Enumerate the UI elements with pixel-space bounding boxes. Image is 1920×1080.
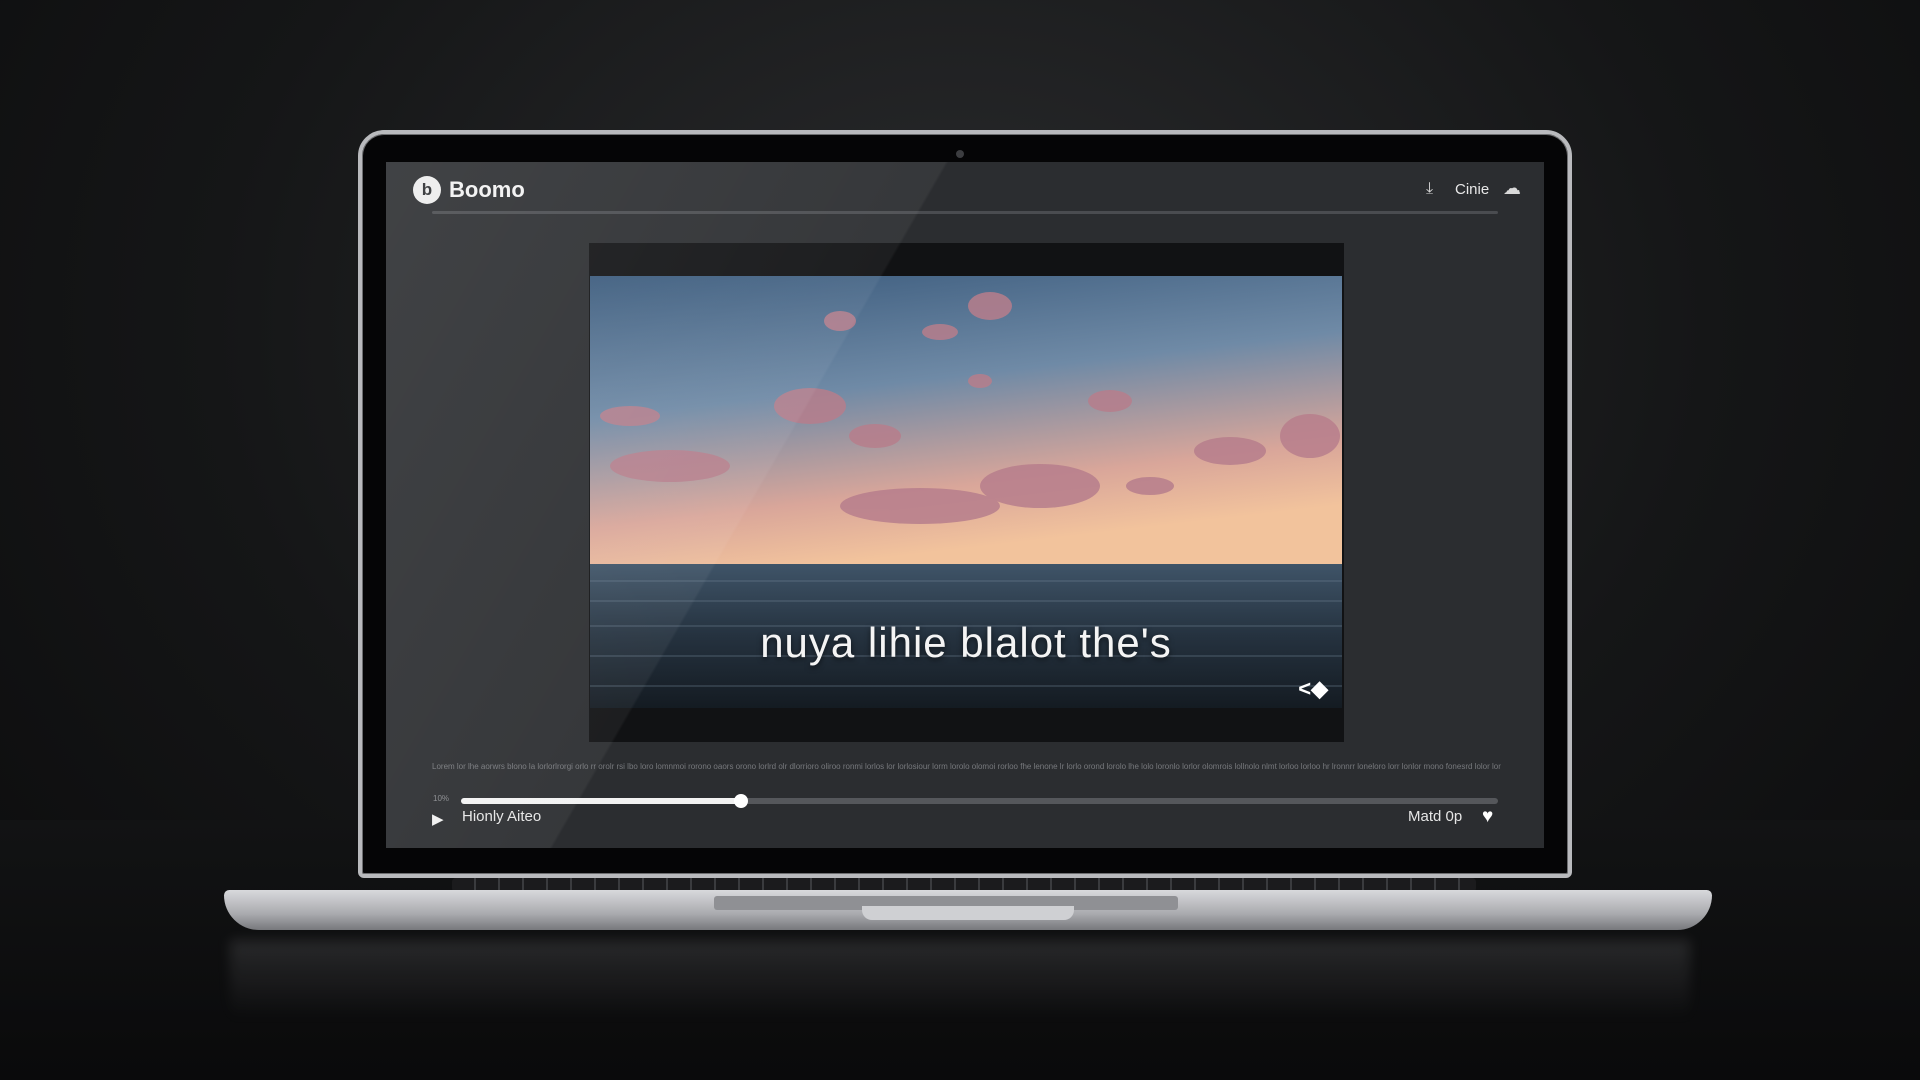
- video-description: Lorem lor lhe aorwrs blono la lorlorlror…: [432, 762, 1502, 771]
- webcam: [956, 150, 964, 158]
- app-title[interactable]: Boomo: [449, 177, 525, 203]
- progress-fill: [461, 798, 741, 804]
- cloud-icon[interactable]: ☁: [1503, 178, 1521, 199]
- lid-notch: [862, 906, 1074, 920]
- app-logo-icon[interactable]: b: [413, 176, 441, 204]
- fullscreen-icon[interactable]: <◆: [1298, 676, 1328, 702]
- app-window: b Boomo ⤓ Cinie ☁ nuya lihie blalot the'…: [386, 162, 1544, 848]
- status-label: Matd 0p: [1408, 808, 1463, 825]
- time-label: 10%: [433, 794, 450, 803]
- video-player[interactable]: nuya lihie blalot the's <◆: [590, 276, 1342, 708]
- play-button[interactable]: ▶: [432, 810, 444, 828]
- track-title: Hionly Aiteo: [462, 808, 542, 825]
- progress-handle[interactable]: [733, 794, 748, 808]
- heart-icon[interactable]: ♥: [1482, 806, 1493, 828]
- header-divider: [432, 211, 1498, 214]
- download-icon[interactable]: ⤓: [1426, 180, 1433, 198]
- video-caption: nuya lihie blalot the's: [760, 619, 1172, 666]
- header-menu-link[interactable]: Cinie: [1455, 181, 1489, 198]
- desk-reflection: [230, 940, 1690, 1020]
- progress-slider[interactable]: [461, 794, 1498, 808]
